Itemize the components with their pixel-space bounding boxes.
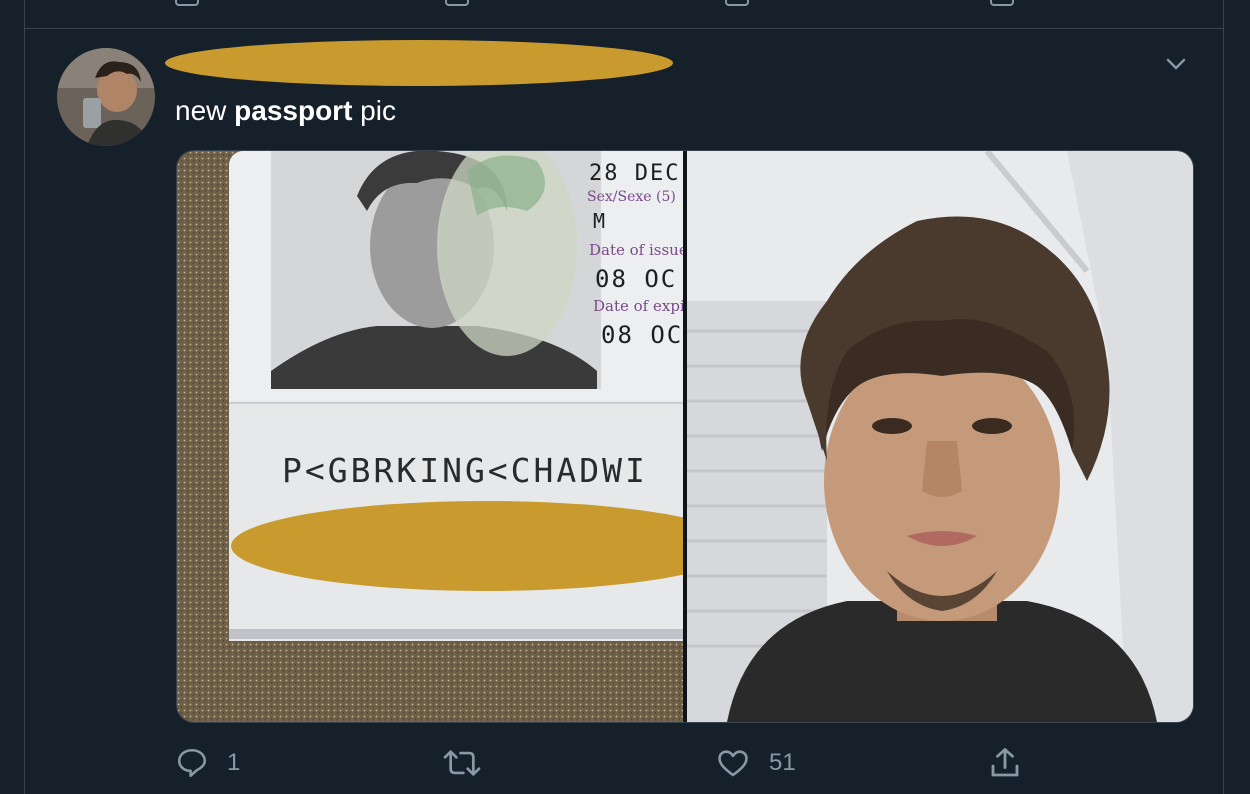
tweet-actions: 1 51: [175, 738, 1075, 788]
timeline-column: new passport pic 28 DEC Sex/Sexe (5) M D…: [24, 0, 1224, 794]
passport-mrz: P<GBRKING<CHADWI: [282, 451, 648, 490]
like-button[interactable]: 51: [715, 738, 796, 788]
reply-button[interactable]: 1: [175, 738, 240, 788]
tweet-text-bold: passport: [234, 95, 353, 126]
passport-expiry-label: Date of expi: [593, 297, 683, 315]
reply-icon: [177, 748, 207, 778]
passport-sex-value: M: [593, 209, 606, 233]
heart-icon: [718, 750, 748, 777]
avatar[interactable]: [57, 48, 155, 146]
tweet-text-start: new: [175, 95, 235, 126]
share-icon: [991, 748, 1019, 777]
passport-issue-label: Date of issue: [589, 241, 683, 259]
passport-expiry-value: 08 OC: [601, 321, 683, 349]
passport-issue-value: 08 OC: [595, 265, 678, 293]
passport-sex-label: Sex/Sexe (5): [587, 189, 676, 205]
chevron-down-icon[interactable]: [1164, 52, 1188, 76]
tweet-divider: [25, 28, 1223, 29]
passport-photo-background: [177, 151, 683, 722]
previous-like-icon[interactable]: [725, 0, 749, 6]
like-count: 51: [769, 749, 796, 776]
tweet-media[interactable]: 28 DEC Sex/Sexe (5) M Date of issue 08 O…: [176, 150, 1194, 723]
retweet-button[interactable]: [442, 738, 482, 788]
previous-reply-icon[interactable]: [175, 0, 199, 6]
tweet-text: new passport pic: [175, 95, 396, 127]
previous-tweet-actions: [25, 0, 1223, 8]
avatar-photo: [57, 48, 155, 146]
selfie-photo[interactable]: [687, 151, 1193, 722]
passport-photo[interactable]: 28 DEC Sex/Sexe (5) M Date of issue 08 O…: [177, 151, 683, 722]
passport-birth-date: 28 DEC: [589, 161, 681, 186]
previous-retweet-icon[interactable]: [445, 0, 469, 6]
reply-count: 1: [227, 749, 241, 776]
retweet-icon: [443, 750, 481, 776]
tweet-text-end: pic: [352, 95, 396, 126]
selfie-image: [687, 151, 1193, 722]
share-button[interactable]: [987, 738, 1023, 788]
previous-share-icon[interactable]: [990, 0, 1014, 6]
username-redaction: [165, 40, 673, 86]
